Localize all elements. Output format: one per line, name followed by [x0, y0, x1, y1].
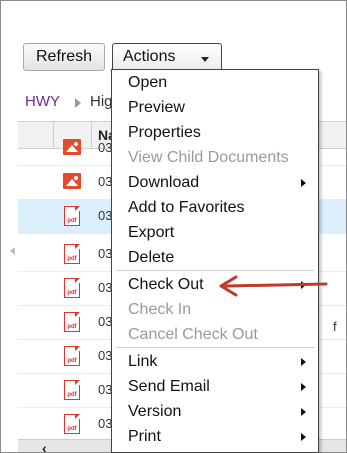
menu-item-label: Send Email	[128, 378, 210, 395]
menu-item-label: Check Out	[128, 276, 204, 293]
menu-separator	[116, 347, 314, 348]
submenu-arrow-icon	[301, 358, 306, 366]
menu-item-check-in: Check In	[112, 297, 318, 322]
actions-menu: Open Preview Properties View Child Docum…	[111, 69, 319, 453]
chevron-down-icon	[201, 57, 209, 62]
pdf-file-icon: pdf	[64, 244, 80, 264]
refresh-button[interactable]: Refresh	[23, 43, 105, 71]
menu-item-add-to-favorites[interactable]: Add to Favorites	[112, 195, 318, 220]
pdf-file-icon: pdf	[64, 380, 80, 400]
menu-item-open[interactable]: Open	[112, 70, 318, 95]
menu-item-label: Open	[128, 74, 168, 91]
pdf-file-icon: pdf	[64, 312, 80, 332]
image-file-icon	[63, 139, 81, 155]
actions-label: Actions	[123, 48, 176, 65]
menu-item-label: Check In	[128, 301, 192, 318]
pdf-file-icon: pdf	[64, 414, 80, 434]
menu-item-label: Preview	[128, 99, 185, 116]
menu-item-label: Link	[128, 353, 158, 370]
submenu-arrow-icon	[301, 179, 306, 187]
menu-item-label: View Child Documents	[128, 149, 289, 166]
pdf-file-icon: pdf	[64, 206, 80, 226]
menu-item-version[interactable]: Version	[112, 399, 318, 424]
menu-item-properties[interactable]: Properties	[112, 120, 318, 145]
actions-button[interactable]: Actions	[112, 43, 222, 71]
menu-item-label: Export	[128, 224, 175, 241]
collapse-left-icon[interactable]	[10, 247, 15, 255]
menu-item-link[interactable]: Link	[112, 349, 318, 374]
menu-item-view-child-documents: View Child Documents	[112, 145, 318, 170]
submenu-arrow-icon	[301, 433, 306, 441]
breadcrumb-current[interactable]: Hig	[90, 93, 113, 110]
annotation-arrow-icon	[219, 275, 328, 297]
menu-item-label: Cancel Check Out	[128, 326, 258, 343]
menu-item-label: Properties	[128, 124, 201, 141]
menu-item-label: Add to Favorites	[128, 199, 245, 216]
submenu-arrow-icon	[301, 383, 306, 391]
menu-item-label: Print	[128, 428, 161, 445]
pdf-file-icon: pdf	[64, 346, 80, 366]
menu-item-label: Version	[128, 403, 182, 420]
menu-item-export[interactable]: Export	[112, 220, 318, 245]
cell-overflow-text: f	[333, 319, 337, 334]
pdf-file-icon: pdf	[64, 278, 80, 298]
menu-item-download[interactable]: Download	[112, 170, 318, 195]
menu-item-cancel-check-out: Cancel Check Out	[112, 322, 318, 347]
scroll-left-icon[interactable]: ‹	[42, 441, 47, 452]
breadcrumb: HWY Hig	[25, 93, 113, 110]
menu-item-print[interactable]: Print	[112, 424, 318, 449]
menu-item-label: Delete	[128, 249, 175, 266]
menu-separator	[116, 270, 314, 271]
image-file-icon	[63, 173, 81, 189]
submenu-arrow-icon	[301, 408, 306, 416]
breadcrumb-root-link[interactable]: HWY	[25, 93, 60, 110]
breadcrumb-separator-icon	[75, 98, 81, 108]
menu-item-label: Download	[128, 174, 200, 191]
menu-item-preview[interactable]: Preview	[112, 95, 318, 120]
menu-item-delete[interactable]: Delete	[112, 245, 318, 270]
menu-item-send-email[interactable]: Send Email	[112, 374, 318, 399]
